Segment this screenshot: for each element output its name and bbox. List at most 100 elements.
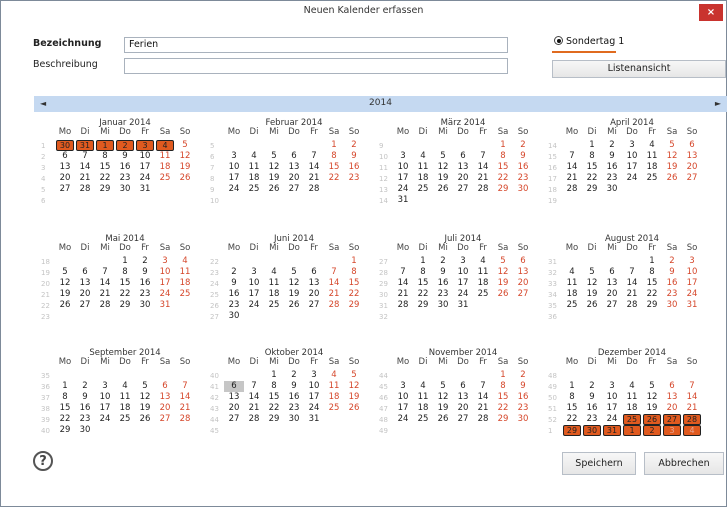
calendar-day[interactable]: 4: [115, 381, 135, 392]
calendar-day-selected[interactable]: 3: [663, 425, 681, 436]
calendar-day[interactable]: 17: [95, 403, 115, 414]
calendar-day[interactable]: 26: [55, 300, 75, 311]
calendar-day[interactable]: 13: [224, 392, 244, 403]
calendar-day[interactable]: 3: [155, 256, 175, 267]
calendar-day[interactable]: 20: [602, 289, 622, 300]
calendar-day[interactable]: 9: [344, 151, 364, 162]
calendar-day[interactable]: 11: [413, 162, 433, 173]
calendar-day[interactable]: 13: [75, 278, 95, 289]
calendar-day[interactable]: 1: [115, 256, 135, 267]
calendar-day[interactable]: 7: [622, 267, 642, 278]
calendar-day[interactable]: 23: [284, 403, 304, 414]
calendar-day[interactable]: 24: [393, 414, 413, 425]
calendar-day[interactable]: 14: [562, 162, 582, 173]
calendar-day[interactable]: 17: [224, 173, 244, 184]
calendar-day-selected[interactable]: 2: [116, 140, 134, 151]
calendar-day[interactable]: 18: [562, 289, 582, 300]
calendar-day[interactable]: 17: [393, 173, 413, 184]
calendar-day[interactable]: 23: [513, 403, 533, 414]
calendar-day[interactable]: 2: [344, 140, 364, 151]
calendar-day[interactable]: 29: [642, 300, 662, 311]
calendar-day[interactable]: 26: [175, 173, 195, 184]
calendar-day[interactable]: 7: [75, 151, 95, 162]
calendar-day[interactable]: 15: [324, 162, 344, 173]
calendar-day[interactable]: 9: [284, 381, 304, 392]
calendar-day[interactable]: 28: [473, 414, 493, 425]
calendar-day[interactable]: 23: [135, 289, 155, 300]
calendar-day[interactable]: 26: [433, 184, 453, 195]
calendar-day[interactable]: 22: [562, 414, 582, 425]
calendar-day[interactable]: 12: [433, 392, 453, 403]
calendar-day[interactable]: 5: [642, 381, 662, 392]
calendar-day[interactable]: 14: [622, 278, 642, 289]
calendar-day[interactable]: 10: [155, 267, 175, 278]
calendar-day[interactable]: 10: [244, 278, 264, 289]
calendar-day[interactable]: 16: [344, 162, 364, 173]
calendar-day[interactable]: 12: [662, 151, 682, 162]
calendar-day[interactable]: 20: [682, 162, 702, 173]
calendar-day[interactable]: 10: [393, 392, 413, 403]
calendar-day-selected[interactable]: 29: [563, 425, 581, 436]
calendar-day-selected[interactable]: 1: [96, 140, 114, 151]
calendar-day[interactable]: 8: [493, 381, 513, 392]
calendar-day[interactable]: 17: [682, 278, 702, 289]
calendar-day[interactable]: 13: [682, 151, 702, 162]
calendar-day[interactable]: 6: [682, 140, 702, 151]
calendar-day[interactable]: 4: [244, 151, 264, 162]
calendar-day[interactable]: 6: [453, 151, 473, 162]
calendar-day[interactable]: 29: [264, 414, 284, 425]
calendar-day[interactable]: 19: [642, 403, 662, 414]
calendar-day[interactable]: 15: [493, 162, 513, 173]
calendar-day[interactable]: 23: [75, 414, 95, 425]
calendar-day[interactable]: 18: [473, 278, 493, 289]
calendar-day[interactable]: 17: [304, 392, 324, 403]
calendar-day[interactable]: 14: [324, 278, 344, 289]
calendar-day[interactable]: 9: [662, 267, 682, 278]
calendar-day[interactable]: 7: [393, 267, 413, 278]
calendar-day[interactable]: 19: [55, 289, 75, 300]
calendar-day[interactable]: 5: [493, 256, 513, 267]
calendar-day[interactable]: 8: [413, 267, 433, 278]
calendar-day[interactable]: 28: [304, 184, 324, 195]
calendar-day[interactable]: 1: [344, 256, 364, 267]
calendar-day[interactable]: 16: [513, 162, 533, 173]
calendar-day[interactable]: 5: [582, 267, 602, 278]
calendar-day[interactable]: 10: [622, 151, 642, 162]
calendar-day[interactable]: 27: [602, 300, 622, 311]
calendar-day[interactable]: 23: [602, 173, 622, 184]
calendar-day[interactable]: 19: [493, 278, 513, 289]
calendar-day[interactable]: 3: [95, 381, 115, 392]
calendar-day[interactable]: 28: [562, 184, 582, 195]
calendar-day[interactable]: 12: [264, 162, 284, 173]
calendar-day[interactable]: 3: [602, 381, 622, 392]
calendar-day[interactable]: 22: [582, 173, 602, 184]
calendar-day[interactable]: 18: [244, 173, 264, 184]
calendar-day[interactable]: 19: [135, 403, 155, 414]
calendar-day[interactable]: 15: [115, 278, 135, 289]
calendar-day[interactable]: 25: [413, 414, 433, 425]
calendar-day[interactable]: 27: [682, 173, 702, 184]
calendar-day[interactable]: 15: [55, 403, 75, 414]
calendar-day[interactable]: 5: [662, 140, 682, 151]
calendar-day[interactable]: 24: [135, 173, 155, 184]
calendar-day[interactable]: 31: [453, 300, 473, 311]
calendar-day[interactable]: 29: [493, 414, 513, 425]
calendar-day[interactable]: 14: [244, 392, 264, 403]
calendar-day[interactable]: 13: [602, 278, 622, 289]
calendar-day[interactable]: 30: [75, 425, 95, 436]
calendar-day-selected[interactable]: 4: [156, 140, 174, 151]
calendar-day[interactable]: 8: [642, 267, 662, 278]
calendar-day[interactable]: 3: [682, 256, 702, 267]
calendar-day[interactable]: 19: [264, 173, 284, 184]
calendar-day[interactable]: 10: [224, 162, 244, 173]
calendar-day[interactable]: 21: [175, 403, 195, 414]
calendar-day[interactable]: 7: [95, 267, 115, 278]
calendar-day[interactable]: 21: [473, 403, 493, 414]
calendar-day[interactable]: 21: [324, 289, 344, 300]
calendar-day[interactable]: 14: [304, 162, 324, 173]
calendar-day[interactable]: 8: [95, 151, 115, 162]
close-icon[interactable]: ×: [699, 4, 723, 21]
calendar-day[interactable]: 20: [224, 403, 244, 414]
calendar-day[interactable]: 9: [513, 151, 533, 162]
calendar-day[interactable]: 8: [582, 151, 602, 162]
